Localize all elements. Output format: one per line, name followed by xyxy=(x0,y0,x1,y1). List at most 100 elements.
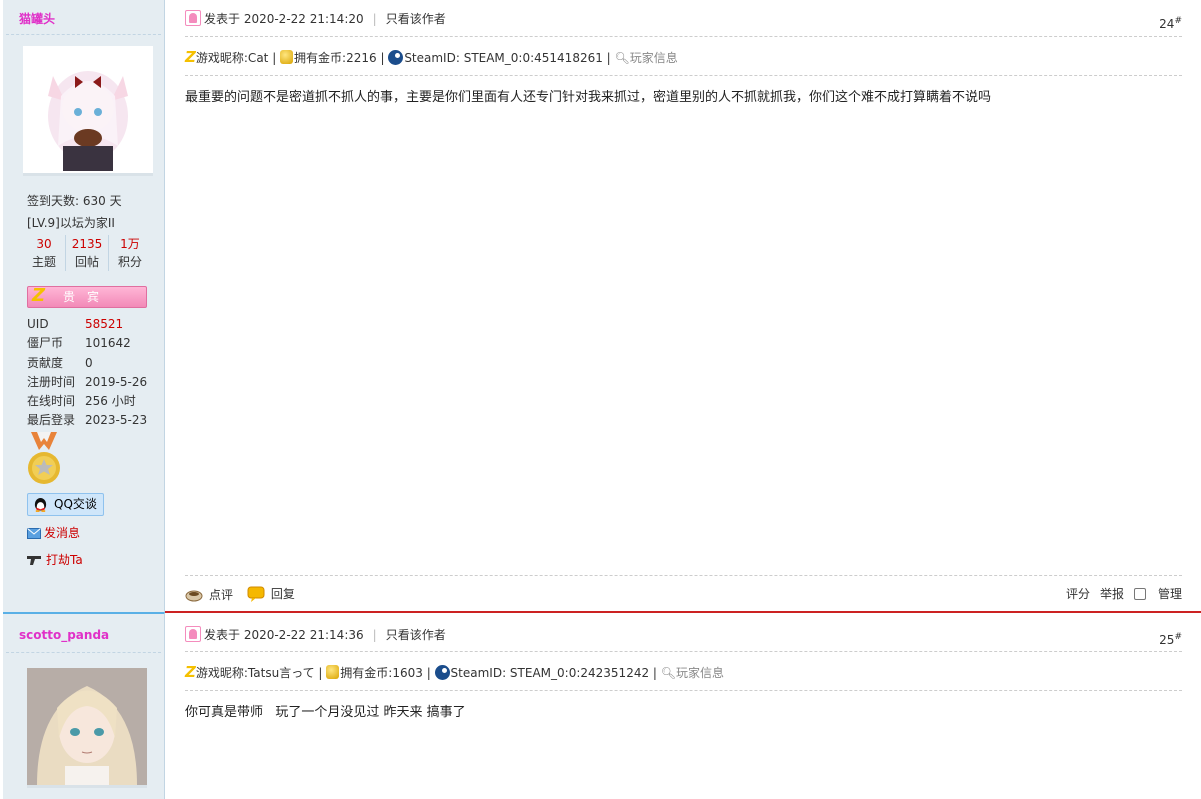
coin-icon xyxy=(326,665,340,679)
info-row: 在线时间 256 小时 xyxy=(27,392,147,411)
post-tools: 评分 举报 管理 xyxy=(1056,584,1182,604)
info-row: 贡献度 0 xyxy=(27,354,147,373)
info-value: 101642 xyxy=(85,336,131,351)
divider xyxy=(185,651,1182,652)
vip-badge: Z 贵宾 xyxy=(27,286,147,308)
author-name[interactable]: 猫罐头 xyxy=(19,10,55,27)
avatar-image xyxy=(23,46,153,173)
avatar-image xyxy=(27,668,147,785)
qq-chat-label: QQ交谈 xyxy=(54,497,97,511)
rob-link[interactable]: 打劫Ta xyxy=(27,551,83,568)
rob-label: 打劫Ta xyxy=(46,553,83,567)
manage-checkbox[interactable] xyxy=(1133,588,1146,600)
post-content: 最重要的问题不是密道抓不抓人的事，主要是你们里面有人还专门针对我来抓过，密道里别… xyxy=(185,90,992,105)
info-value[interactable]: 58521 xyxy=(85,315,123,334)
post-meta: 发表于 2020-2-22 21:14:36 | 只看该作者 25# xyxy=(185,626,1182,647)
info-value: 0 xyxy=(85,355,93,370)
coin-icon xyxy=(280,50,294,64)
magnifier-icon: 🔍︎ xyxy=(660,666,676,680)
send-message-label: 发消息 xyxy=(44,526,81,540)
user-stats: 30 主题 2135 回帖 1万 积分 xyxy=(23,235,151,271)
post-actions: 点评 回复 评分 举报 管理 xyxy=(185,584,1182,604)
magnifier-icon: 🔍︎ xyxy=(614,51,630,65)
game-nickname: 游戏昵称:Tatsu言って xyxy=(195,666,315,680)
info-value: 2023-5-23 xyxy=(85,413,148,428)
divider xyxy=(185,36,1182,37)
info-key: UID xyxy=(27,317,49,331)
user-level[interactable]: [LV.9]以坛为家II xyxy=(27,214,115,231)
post-meta: 发表于 2020-2-22 21:14:20 | 只看该作者 24# xyxy=(185,10,1182,31)
player-info-link[interactable]: 玩家信息 xyxy=(630,51,678,65)
floor-number[interactable]: 24# xyxy=(1159,12,1182,33)
manage-label: 管理 xyxy=(1157,587,1182,601)
author-sidebar: 猫罐头 签到天数: 630 天 [LV.9]以坛为家II 30 主题 2135 … xyxy=(3,0,165,612)
author-name[interactable]: scotto_panda xyxy=(19,628,109,642)
info-key: 贡献度 xyxy=(27,355,64,370)
send-message-link[interactable]: 发消息 xyxy=(27,524,80,541)
stat-points-label: 积分 xyxy=(117,255,142,269)
comment-icon xyxy=(185,590,203,602)
post-icon xyxy=(185,626,201,642)
divider xyxy=(6,34,161,35)
medal-icon[interactable] xyxy=(27,432,61,488)
reply-label: 回复 xyxy=(270,587,295,601)
stat-replies-count: 2135 xyxy=(71,237,103,251)
floor-mark: # xyxy=(1174,632,1182,642)
floor-number-value: 25 xyxy=(1159,633,1175,647)
info-row: UID 58521 xyxy=(27,315,147,334)
post-content: 你可真是带师 玩了一个月没见过 昨天来 搞事了 xyxy=(185,705,466,720)
info-key: 注册时间 xyxy=(27,374,76,389)
gold-count: 拥有金币:2216 xyxy=(294,51,377,65)
gold-count: 拥有金币:1603 xyxy=(340,666,423,680)
steam-icon xyxy=(434,665,450,680)
divider xyxy=(185,690,1182,691)
post-time: 发表于 2020-2-22 21:14:36 xyxy=(204,628,364,642)
reply-icon xyxy=(247,586,265,602)
game-nickname: 游戏昵称:Cat xyxy=(195,51,269,65)
info-key: 最后登录 xyxy=(27,413,76,428)
signin-days: 签到天数: 630 天 xyxy=(27,194,122,208)
avatar[interactable] xyxy=(27,668,147,788)
info-row: 最后登录 2023-5-23 xyxy=(27,411,147,430)
only-author-link[interactable]: 只看该作者 xyxy=(386,628,446,642)
divider: | xyxy=(372,628,377,642)
divider xyxy=(6,652,161,653)
divider xyxy=(185,575,1182,576)
stat-threads-label: 主题 xyxy=(31,255,56,269)
info-key: 在线时间 xyxy=(27,394,76,409)
stat-replies-label: 回帖 xyxy=(74,255,99,269)
z-logo-icon: Z xyxy=(185,663,196,681)
user-info: UID 58521 僵尸币 101642 贡献度 0 注册时间 2019-5-26 在线… xyxy=(27,315,147,431)
floor-number[interactable]: 25# xyxy=(1159,628,1182,649)
stat-replies[interactable]: 2135 回帖 xyxy=(66,235,109,271)
info-value: 2019-5-26 xyxy=(85,374,148,389)
info-key: 僵尸币 xyxy=(27,336,64,351)
stat-threads-count: 30 xyxy=(36,237,52,251)
player-info-link[interactable]: 玩家信息 xyxy=(676,666,724,680)
author-sidebar: scotto_panda xyxy=(3,612,165,799)
stat-threads[interactable]: 30 主题 xyxy=(23,235,66,271)
info-row: 注册时间 2019-5-26 xyxy=(27,373,147,392)
rate-link[interactable]: 评分 xyxy=(1066,587,1090,601)
stat-points[interactable]: 1万 积分 xyxy=(109,235,151,271)
post-body: 发表于 2020-2-22 21:14:20 | 只看该作者 24# Z游戏昵称:C… xyxy=(185,0,1182,612)
game-info: Z游戏昵称:Cat | 拥有金币:2216 | SteamID: STEAM_0… xyxy=(185,48,678,66)
qq-chat-button[interactable]: QQ交谈 xyxy=(27,493,104,516)
steam-icon xyxy=(388,50,404,65)
reply-button[interactable]: 回复 xyxy=(247,584,295,604)
stat-points-count: 1万 xyxy=(120,237,140,251)
post-body: 发表于 2020-2-22 21:14:36 | 只看该作者 25# Z游戏昵称:T… xyxy=(185,612,1182,799)
report-link[interactable]: 举报 xyxy=(1100,587,1124,601)
z-logo-icon: Z xyxy=(32,285,46,306)
mail-icon xyxy=(27,528,41,539)
only-author-link[interactable]: 只看该作者 xyxy=(386,12,446,26)
floor-mark: # xyxy=(1174,16,1182,26)
steam-id: SteamID: STEAM_0:0:242351242 xyxy=(450,666,650,680)
post-25: scotto_panda 发表于 2020-2-22 21:14:36 | 只看该作… xyxy=(0,612,1201,799)
floor-number-value: 24 xyxy=(1159,17,1175,31)
avatar[interactable] xyxy=(23,46,153,176)
gun-icon xyxy=(27,556,41,565)
post-24: 猫罐头 签到天数: 630 天 [LV.9]以坛为家II 30 主题 2135 … xyxy=(0,0,1201,612)
comment-button[interactable]: 点评 xyxy=(185,585,233,605)
divider: | xyxy=(372,12,377,26)
